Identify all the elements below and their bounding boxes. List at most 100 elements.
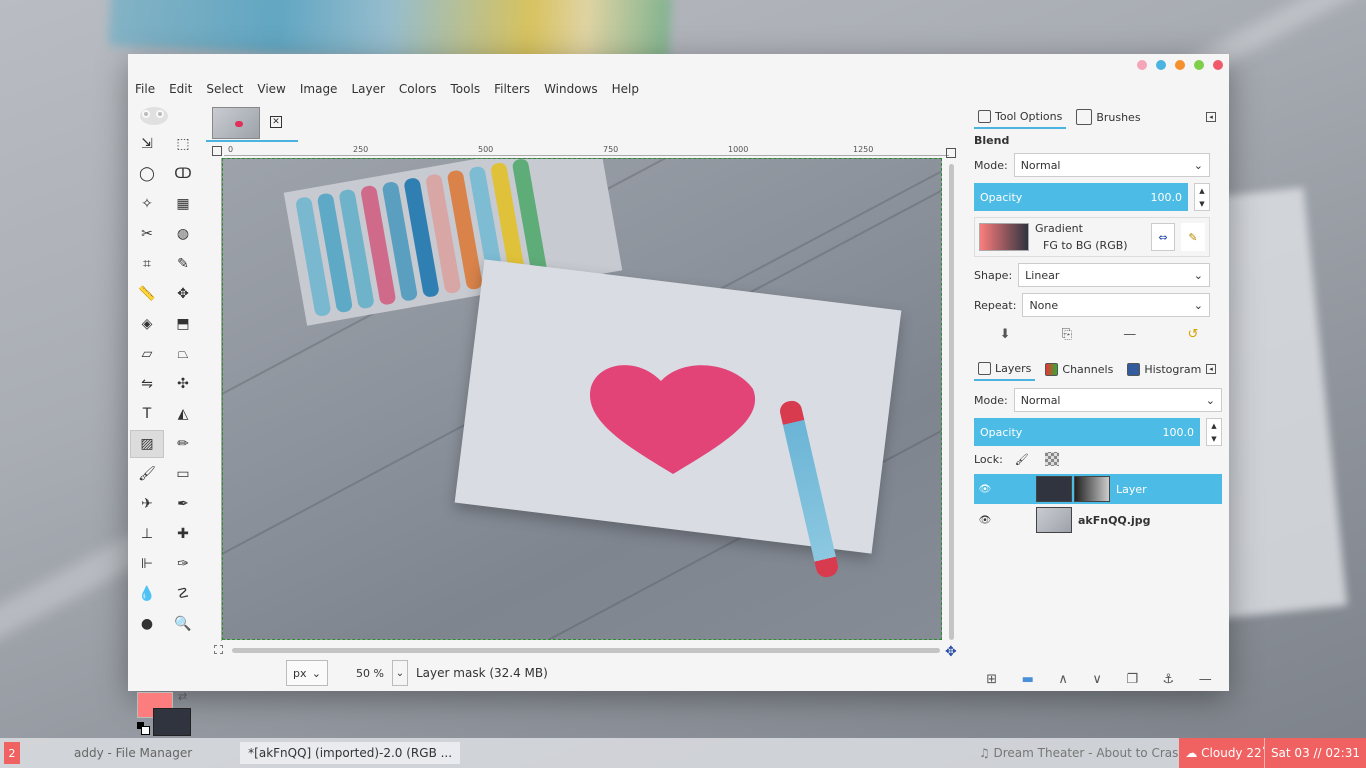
lasso-icon[interactable]: ↀ bbox=[166, 160, 200, 188]
tab-layers[interactable]: Layers bbox=[974, 357, 1036, 381]
paintbrush-icon[interactable]: 🖌 bbox=[130, 460, 164, 488]
restore-options-icon[interactable]: ⎘ bbox=[1062, 327, 1072, 342]
menu-filters[interactable]: Filters bbox=[487, 80, 537, 100]
image-canvas[interactable] bbox=[222, 158, 942, 640]
horizontal-scrollbar[interactable] bbox=[232, 648, 940, 653]
window-control-dot[interactable] bbox=[1156, 60, 1166, 70]
visibility-eye-icon[interactable]: 👁 bbox=[974, 484, 996, 495]
window-control-dot[interactable] bbox=[1194, 60, 1204, 70]
flip-icon[interactable]: ⇋ bbox=[130, 370, 164, 398]
clone-icon[interactable]: ⊥ bbox=[130, 520, 164, 548]
repeat-select[interactable]: None ⌄ bbox=[1022, 293, 1210, 317]
shear-icon[interactable]: ▱ bbox=[130, 340, 164, 368]
menu-view[interactable]: View bbox=[250, 80, 292, 100]
new-layer-group-icon[interactable]: ▬ bbox=[1022, 672, 1034, 687]
window-control-dot[interactable] bbox=[1137, 60, 1147, 70]
fuzzy-select-icon[interactable]: ✧ bbox=[130, 190, 164, 218]
shape-select[interactable]: Linear ⌄ bbox=[1018, 263, 1210, 287]
tab-histogram[interactable]: Histogram bbox=[1123, 357, 1205, 381]
unit-select[interactable]: px ⌄ bbox=[286, 660, 328, 686]
layer-thumbnail[interactable] bbox=[1036, 507, 1072, 533]
delete-options-icon[interactable]: — bbox=[1123, 327, 1136, 342]
tab-channels[interactable]: Channels bbox=[1041, 357, 1117, 381]
reset-options-icon[interactable]: ↺ bbox=[1187, 327, 1198, 342]
horizontal-ruler[interactable]: 0 250 500 750 1000 1250 bbox=[224, 145, 949, 156]
quick-mask-icon[interactable] bbox=[214, 645, 223, 654]
bucket-fill-icon[interactable]: ◭ bbox=[166, 400, 200, 428]
perspective-icon[interactable]: ⏢ bbox=[166, 340, 200, 368]
move-tool-icon[interactable]: ⇲ bbox=[130, 130, 164, 158]
anchor-layer-icon[interactable]: ⚓ bbox=[1163, 672, 1175, 687]
menu-file[interactable]: File bbox=[128, 80, 162, 100]
eraser-icon[interactable]: ▭ bbox=[166, 460, 200, 488]
cage-icon[interactable]: ✣ bbox=[166, 370, 200, 398]
scissors-icon[interactable]: ✂ bbox=[130, 220, 164, 248]
color-picker-icon[interactable]: ✑ bbox=[166, 550, 200, 578]
color-select-icon[interactable]: ▦ bbox=[166, 190, 200, 218]
menu-windows[interactable]: Windows bbox=[537, 80, 605, 100]
workspace-badge[interactable]: 2 bbox=[4, 742, 20, 764]
menu-layer[interactable]: Layer bbox=[344, 80, 391, 100]
background-color-swatch[interactable] bbox=[153, 708, 191, 736]
window-control-dot[interactable] bbox=[1213, 60, 1223, 70]
zoom-dropdown[interactable]: ⌄ bbox=[392, 660, 408, 686]
task-file-manager[interactable]: addy - File Manager bbox=[66, 742, 200, 764]
dodge-icon[interactable]: ● bbox=[130, 610, 164, 638]
ellipse-select-icon[interactable]: ◯ bbox=[130, 160, 164, 188]
airbrush-icon[interactable]: ✈ bbox=[130, 490, 164, 518]
rect-select-icon[interactable]: ⬚ bbox=[166, 130, 200, 158]
zoom-to-fit-icon[interactable] bbox=[946, 148, 956, 158]
tray-clock[interactable]: Sat 03 // 02:31 bbox=[1263, 738, 1366, 768]
menu-select[interactable]: Select bbox=[199, 80, 250, 100]
menu-colors[interactable]: Colors bbox=[392, 80, 444, 100]
layer-mode-select[interactable]: Normal ⌄ bbox=[1013, 388, 1222, 412]
visibility-eye-icon[interactable]: 👁 bbox=[974, 515, 996, 526]
unified-transform-icon[interactable]: ◈ bbox=[130, 310, 164, 338]
delete-layer-icon[interactable]: — bbox=[1199, 672, 1212, 687]
layer-row[interactable]: 👁 akFnQQ.jpg bbox=[974, 505, 1222, 535]
raise-layer-icon[interactable]: ∧ bbox=[1058, 672, 1068, 687]
window-control-dot[interactable] bbox=[1175, 60, 1185, 70]
new-layer-icon[interactable]: ⊞ bbox=[986, 672, 997, 687]
lock-alpha-icon[interactable] bbox=[1044, 452, 1059, 466]
edit-gradient-icon[interactable]: ✎ bbox=[1181, 223, 1205, 251]
vertical-ruler[interactable] bbox=[212, 158, 222, 641]
crop-icon[interactable]: ⌗ bbox=[130, 250, 164, 278]
pencil-icon[interactable]: ✏ bbox=[166, 430, 200, 458]
swap-colors-icon[interactable]: ⇄ bbox=[178, 690, 187, 703]
scale-icon[interactable]: ⬒ bbox=[166, 310, 200, 338]
blend-icon[interactable]: ▨ bbox=[130, 430, 164, 458]
ink-icon[interactable]: ✒ bbox=[166, 490, 200, 518]
navigate-icon[interactable]: ✥ bbox=[945, 644, 957, 660]
menu-edit[interactable]: Edit bbox=[162, 80, 199, 100]
layer-opacity-spinner[interactable]: ▲ ▼ bbox=[1206, 418, 1222, 446]
perspective-clone-icon[interactable]: ⊩ bbox=[130, 550, 164, 578]
lock-pixels-icon[interactable]: 🖌 bbox=[1015, 453, 1029, 466]
paths-icon[interactable]: ✎ bbox=[166, 250, 200, 278]
gradient-preview[interactable] bbox=[979, 223, 1029, 251]
text-icon[interactable]: T bbox=[130, 400, 164, 428]
measure-icon[interactable]: 📏 bbox=[130, 280, 164, 308]
menu-help[interactable]: Help bbox=[605, 80, 646, 100]
dock-menu-icon[interactable]: ◂ bbox=[1206, 112, 1216, 122]
foreground-select-icon[interactable]: ◍ bbox=[166, 220, 200, 248]
layer-mask-thumbnail[interactable] bbox=[1074, 476, 1110, 502]
layer-row[interactable]: 👁 Layer bbox=[974, 474, 1222, 504]
opacity-spinner[interactable]: ▲ ▼ bbox=[1194, 183, 1210, 211]
reset-colors-icon[interactable] bbox=[137, 722, 150, 735]
tab-tool-options[interactable]: Tool Options bbox=[974, 105, 1067, 129]
zoom-icon[interactable]: 🔍 bbox=[166, 610, 200, 638]
blur-icon[interactable]: 💧 bbox=[130, 580, 164, 608]
opacity-slider[interactable]: Opacity 100.0 bbox=[974, 183, 1188, 211]
dock-menu-icon[interactable]: ◂ bbox=[1206, 364, 1216, 374]
layer-opacity-slider[interactable]: Opacity 100.0 bbox=[974, 418, 1200, 446]
image-tab[interactable]: ✕ bbox=[206, 104, 298, 142]
menu-tools[interactable]: Tools bbox=[444, 80, 488, 100]
zoom-value[interactable]: 50 % bbox=[336, 667, 384, 680]
menu-image[interactable]: Image bbox=[293, 80, 345, 100]
task-gimp[interactable]: *[akFnQQ] (imported)-2.0 (RGB ... bbox=[240, 742, 461, 764]
duplicate-layer-icon[interactable]: ❐ bbox=[1126, 672, 1138, 687]
tray-music[interactable]: ♫ Dream Theater - About to Crash bbox=[979, 746, 1186, 760]
save-options-icon[interactable]: ⬇ bbox=[1000, 327, 1011, 342]
vertical-scrollbar[interactable] bbox=[949, 164, 954, 640]
